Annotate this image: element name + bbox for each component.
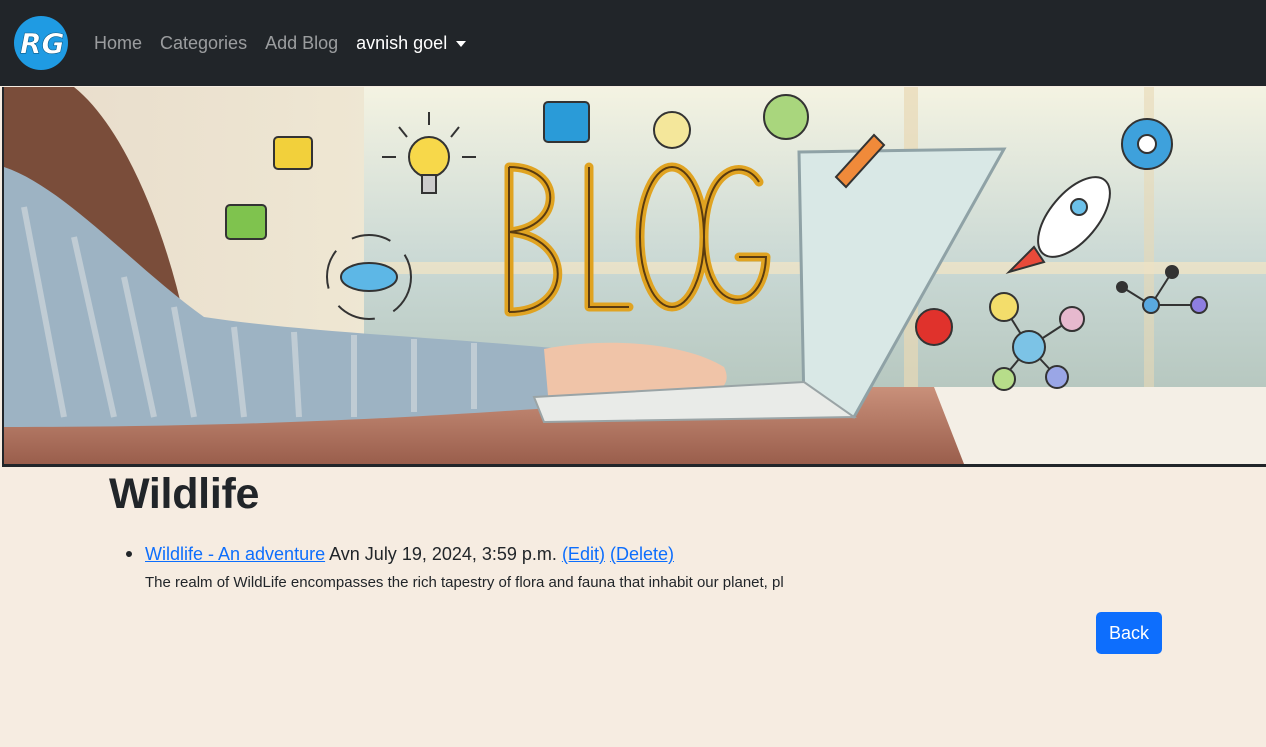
post-excerpt: The realm of WildLife encompasses the ri…	[145, 574, 784, 591]
blog-banner-image	[2, 87, 1266, 467]
user-dropdown[interactable]: avnish goel	[356, 32, 467, 54]
post-item: Wildlife - An adventure Avn July 19, 202…	[126, 542, 1045, 593]
back-button[interactable]: Back	[1096, 612, 1162, 654]
delete-post-link[interactable]: (Delete)	[610, 544, 674, 564]
page-title: Wildlife	[109, 470, 260, 518]
user-name: avnish goel	[356, 32, 448, 53]
nav-home-link[interactable]: Home	[94, 33, 142, 54]
post-list: Wildlife - An adventure Avn July 19, 202…	[126, 542, 1045, 593]
site-logo[interactable]: RG	[14, 16, 68, 70]
navbar: RG Home Categories Add Blog avnish goel	[0, 0, 1266, 86]
nav-categories-link[interactable]: Categories	[160, 33, 247, 54]
chevron-down-icon	[456, 41, 467, 47]
nav-add-blog-link[interactable]: Add Blog	[265, 33, 338, 54]
post-meta: Avn July 19, 2024, 3:59 p.m.	[329, 544, 557, 564]
svg-text:RG: RG	[20, 27, 64, 60]
list-bullet	[126, 551, 132, 557]
post-title-link[interactable]: Wildlife - An adventure	[145, 544, 325, 564]
edit-post-link[interactable]: (Edit)	[562, 544, 605, 564]
logo-icon: RG	[20, 27, 64, 61]
apple-icon	[915, 308, 953, 346]
